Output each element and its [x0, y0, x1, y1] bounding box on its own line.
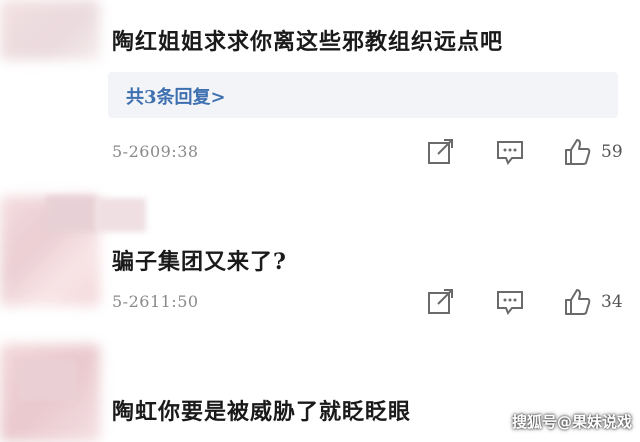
like-count: 59	[601, 142, 623, 162]
comment-icon[interactable]	[495, 138, 525, 166]
comment-timestamp: 5-2609:38	[112, 142, 199, 161]
watermark: 搜狐号@果妹说戏	[511, 413, 632, 431]
comment-icon[interactable]	[495, 288, 525, 316]
comment-item: 骗子集团又来了? 5-2611:50 34	[0, 190, 640, 330]
comment-text: 骗子集团又来了?	[112, 249, 287, 275]
comment-item: 陶红姐姐求求你离这些邪教组织远点吧 共3条回复> 5-2609:38 59	[0, 0, 640, 190]
comment-meta: 5-2611:50 34	[112, 288, 640, 318]
comment-text: 陶红姐姐求求你离这些邪教组织远点吧	[112, 29, 504, 55]
view-replies-link[interactable]: 共3条回复>	[108, 72, 618, 118]
avatar-blur-block	[46, 196, 96, 232]
share-icon[interactable]	[426, 138, 456, 166]
avatar[interactable]	[0, 0, 100, 60]
thumbs-up-icon[interactable]	[563, 138, 593, 166]
avatar-blur-block	[96, 198, 146, 232]
comment-timestamp: 5-2611:50	[112, 292, 199, 311]
like-count: 34	[601, 292, 623, 312]
thumbs-up-icon[interactable]	[563, 288, 593, 316]
share-icon[interactable]	[426, 288, 456, 316]
comment-text: 陶虹你要是被威胁了就眨眨眼	[112, 399, 412, 425]
replies-label: 共3条回复>	[126, 87, 226, 108]
avatar-blur-block	[20, 360, 76, 400]
comment-meta: 5-2609:38 59	[112, 138, 640, 168]
